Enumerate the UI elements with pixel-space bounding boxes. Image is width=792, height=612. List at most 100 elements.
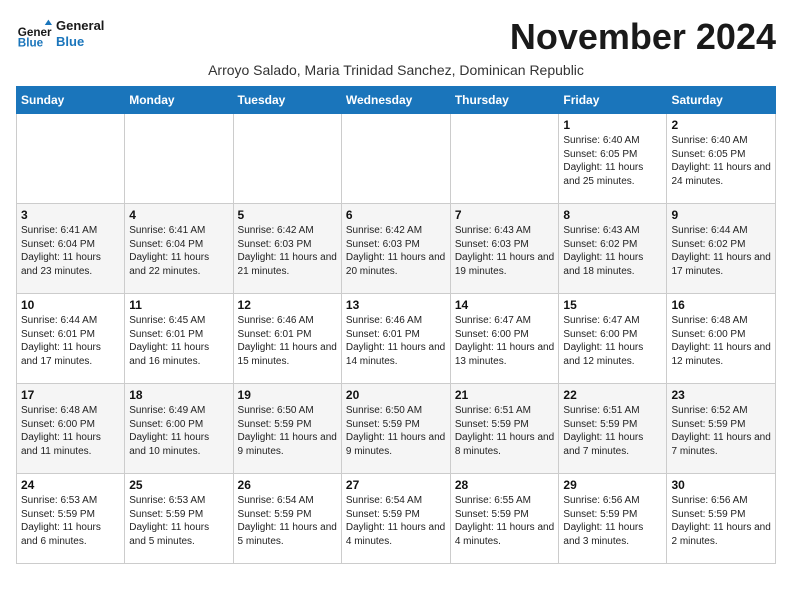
title-area: November 2024 [510,16,776,58]
day-info: Sunrise: 6:44 AM Sunset: 6:02 PM Dayligh… [671,224,771,278]
calendar-cell: 10 Sunrise: 6:44 AM Sunset: 6:01 PM Dayli… [17,294,125,384]
svg-text:Blue: Blue [18,37,44,50]
calendar-cell: 30Sunrise: 6:56 AM Sunset: 5:59 PM Dayli… [667,474,776,564]
subtitle: Arroyo Salado, Maria Trinidad Sanchez, D… [16,62,776,78]
day-number: 22 [563,388,662,402]
week-row-5: 24 Sunrise: 6:53 AM Sunset: 5:59 PM Dayli… [17,474,776,564]
day-info: Sunrise: 6:41 AM Sunset: 6:04 PM Dayligh… [129,224,228,278]
day-number: 17 [21,388,120,402]
day-number: 2 [671,118,771,132]
calendar-cell: 23 Sunrise: 6:52 AM Sunset: 5:59 PM Dayli… [667,384,776,474]
calendar-header: SundayMondayTuesdayWednesdayThursdayFrid… [17,87,776,114]
day-info: Sunrise: 6:45 AM Sunset: 6:01 PM Dayligh… [129,314,228,368]
calendar-cell: 15 Sunrise: 6:47 AM Sunset: 6:00 PM Dayli… [559,294,667,384]
day-number: 28 [455,478,555,492]
day-info: Sunrise: 6:43 AM Sunset: 6:03 PM Dayligh… [455,224,555,278]
day-info: Sunrise: 6:53 AM Sunset: 5:59 PM Dayligh… [21,494,120,548]
day-info: Sunrise: 6:48 AM Sunset: 6:00 PM Dayligh… [671,314,771,368]
day-info: Sunrise: 6:46 AM Sunset: 6:01 PM Dayligh… [346,314,446,368]
calendar-cell: 5 Sunrise: 6:42 AM Sunset: 6:03 PM Daylig… [233,204,341,294]
day-info: Sunrise: 6:51 AM Sunset: 5:59 PM Dayligh… [455,404,555,458]
day-number: 16 [671,298,771,312]
day-info: Sunrise: 6:40 AM Sunset: 6:05 PM Dayligh… [563,134,662,188]
weekday-header-monday: Monday [125,87,233,114]
calendar-cell: 25 Sunrise: 6:53 AM Sunset: 5:59 PM Dayli… [125,474,233,564]
day-info: Sunrise: 6:43 AM Sunset: 6:02 PM Dayligh… [563,224,662,278]
day-info: Sunrise: 6:46 AM Sunset: 6:01 PM Dayligh… [238,314,337,368]
calendar-cell: 17 Sunrise: 6:48 AM Sunset: 6:00 PM Dayli… [17,384,125,474]
calendar-cell: 27 Sunrise: 6:54 AM Sunset: 5:59 PM Dayli… [341,474,450,564]
day-info: Sunrise: 6:47 AM Sunset: 6:00 PM Dayligh… [455,314,555,368]
day-info: Sunrise: 6:42 AM Sunset: 6:03 PM Dayligh… [346,224,446,278]
day-number: 24 [21,478,120,492]
calendar-cell [125,114,233,204]
calendar-cell: 4 Sunrise: 6:41 AM Sunset: 6:04 PM Daylig… [125,204,233,294]
calendar-cell: 16 Sunrise: 6:48 AM Sunset: 6:00 PM Dayli… [667,294,776,384]
day-number: 25 [129,478,228,492]
day-info: Sunrise: 6:49 AM Sunset: 6:00 PM Dayligh… [129,404,228,458]
day-number: 20 [346,388,446,402]
day-number: 9 [671,208,771,222]
week-row-1: 1Sunrise: 6:40 AM Sunset: 6:05 PM Daylig… [17,114,776,204]
month-title: November 2024 [510,16,776,58]
calendar-cell: 29Sunrise: 6:56 AM Sunset: 5:59 PM Dayli… [559,474,667,564]
calendar-cell: 21 Sunrise: 6:51 AM Sunset: 5:59 PM Dayli… [450,384,559,474]
calendar-cell: 24 Sunrise: 6:53 AM Sunset: 5:59 PM Dayli… [17,474,125,564]
day-number: 12 [238,298,337,312]
calendar-cell [233,114,341,204]
day-number: 4 [129,208,228,222]
weekday-header-sunday: Sunday [17,87,125,114]
day-info: Sunrise: 6:50 AM Sunset: 5:59 PM Dayligh… [238,404,337,458]
day-info: Sunrise: 6:51 AM Sunset: 5:59 PM Dayligh… [563,404,662,458]
day-number: 3 [21,208,120,222]
day-info: Sunrise: 6:54 AM Sunset: 5:59 PM Dayligh… [346,494,446,548]
day-number: 18 [129,388,228,402]
logo-icon: General Blue [16,16,52,52]
day-number: 19 [238,388,337,402]
day-info: Sunrise: 6:40 AM Sunset: 6:05 PM Dayligh… [671,134,771,188]
calendar-cell: 22 Sunrise: 6:51 AM Sunset: 5:59 PM Dayli… [559,384,667,474]
calendar-cell: 28 Sunrise: 6:55 AM Sunset: 5:59 PM Dayli… [450,474,559,564]
week-row-2: 3 Sunrise: 6:41 AM Sunset: 6:04 PM Daylig… [17,204,776,294]
calendar-cell: 11Sunrise: 6:45 AM Sunset: 6:01 PM Dayli… [125,294,233,384]
day-number: 26 [238,478,337,492]
day-number: 8 [563,208,662,222]
day-number: 29 [563,478,662,492]
day-number: 10 [21,298,120,312]
day-info: Sunrise: 6:44 AM Sunset: 6:01 PM Dayligh… [21,314,120,368]
day-info: Sunrise: 6:55 AM Sunset: 5:59 PM Dayligh… [455,494,555,548]
calendar-cell: 9 Sunrise: 6:44 AM Sunset: 6:02 PM Daylig… [667,204,776,294]
day-info: Sunrise: 6:53 AM Sunset: 5:59 PM Dayligh… [129,494,228,548]
day-info: Sunrise: 6:47 AM Sunset: 6:00 PM Dayligh… [563,314,662,368]
weekday-header-saturday: Saturday [667,87,776,114]
weekday-header-friday: Friday [559,87,667,114]
day-info: Sunrise: 6:54 AM Sunset: 5:59 PM Dayligh… [238,494,337,548]
day-number: 5 [238,208,337,222]
calendar-cell [450,114,559,204]
day-info: Sunrise: 6:48 AM Sunset: 6:00 PM Dayligh… [21,404,120,458]
day-number: 7 [455,208,555,222]
calendar-cell: 2 Sunrise: 6:40 AM Sunset: 6:05 PM Daylig… [667,114,776,204]
day-info: Sunrise: 6:42 AM Sunset: 6:03 PM Dayligh… [238,224,337,278]
calendar-cell: 18 Sunrise: 6:49 AM Sunset: 6:00 PM Dayli… [125,384,233,474]
day-number: 21 [455,388,555,402]
weekday-header-wednesday: Wednesday [341,87,450,114]
calendar-cell: 14Sunrise: 6:47 AM Sunset: 6:00 PM Dayli… [450,294,559,384]
header: General Blue General Blue November 2024 [16,16,776,58]
day-info: Sunrise: 6:52 AM Sunset: 5:59 PM Dayligh… [671,404,771,458]
weekday-header-tuesday: Tuesday [233,87,341,114]
calendar-cell: 1Sunrise: 6:40 AM Sunset: 6:05 PM Daylig… [559,114,667,204]
day-number: 23 [671,388,771,402]
week-row-3: 10 Sunrise: 6:44 AM Sunset: 6:01 PM Dayli… [17,294,776,384]
calendar-cell: 13Sunrise: 6:46 AM Sunset: 6:01 PM Dayli… [341,294,450,384]
day-number: 30 [671,478,771,492]
calendar-cell: 3Sunrise: 6:41 AM Sunset: 6:04 PM Daylig… [17,204,125,294]
calendar-table: SundayMondayTuesdayWednesdayThursdayFrid… [16,86,776,564]
calendar-cell: 6 Sunrise: 6:42 AM Sunset: 6:03 PM Daylig… [341,204,450,294]
day-number: 15 [563,298,662,312]
day-number: 27 [346,478,446,492]
logo-text: General Blue [56,18,104,49]
calendar-cell: 8 Sunrise: 6:43 AM Sunset: 6:02 PM Daylig… [559,204,667,294]
day-number: 6 [346,208,446,222]
calendar-cell: 12 Sunrise: 6:46 AM Sunset: 6:01 PM Dayli… [233,294,341,384]
